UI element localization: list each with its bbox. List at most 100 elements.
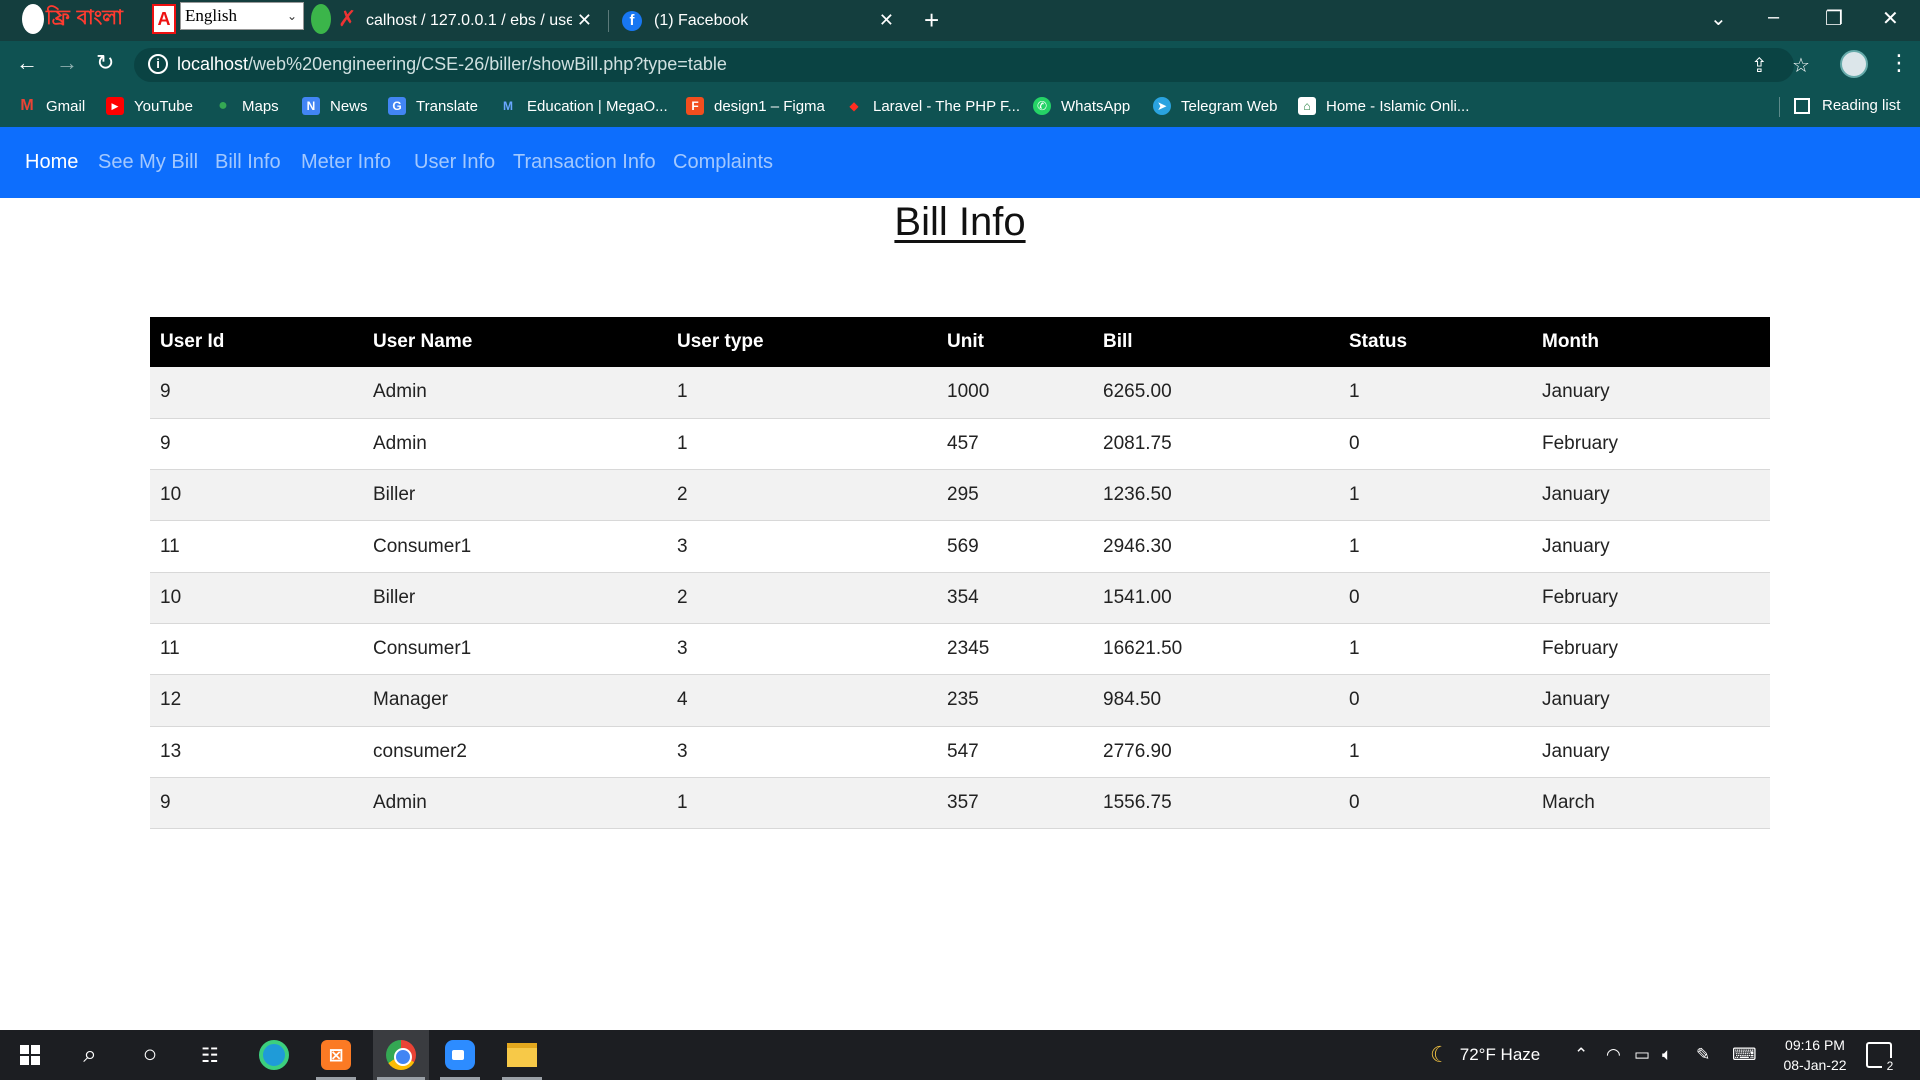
volume-button[interactable]: 🔈︎	[1662, 1030, 1672, 1080]
pen-icon: ✎	[1696, 1045, 1711, 1064]
windows-logo-icon	[20, 1045, 40, 1065]
language-select[interactable]: English ⌄	[180, 2, 304, 30]
table-cell: 2081.75	[1093, 418, 1339, 471]
nav-see-my-bill[interactable]: See My Bill	[98, 151, 198, 174]
bookmark-label: Home - Islamic Onli...	[1326, 97, 1470, 115]
nav-user-info[interactable]: User Info	[414, 151, 495, 174]
new-tab-button[interactable]: +	[924, 5, 939, 36]
table-cell: February	[1532, 418, 1770, 471]
tab-facebook[interactable]: f (1) Facebook ✕	[622, 0, 904, 41]
network-button[interactable]: ◠	[1606, 1030, 1621, 1080]
taskbar-file-explorer[interactable]	[498, 1030, 546, 1080]
clock-time: 09:16 PM	[1785, 1037, 1845, 1053]
table-cell: 1541.00	[1093, 572, 1339, 624]
windows-taskbar: ⌕ ○ ☷ ⊠ ☾ 72°F Haze ⌃ ◠ ▭ 🔈︎ ✎ ⌨ 09:16 P…	[0, 1030, 1920, 1080]
share-icon[interactable]: ⇪	[1751, 53, 1768, 78]
show-hidden-icons-button[interactable]: ⌃	[1574, 1030, 1588, 1080]
table-cell: 2	[667, 572, 937, 624]
table-cell: 13	[150, 726, 363, 778]
tab-search-chevron-icon[interactable]: ⌄	[1710, 6, 1727, 31]
bookmark-news[interactable]: N News	[302, 97, 368, 115]
taskbar-xampp[interactable]: ⊠	[312, 1030, 360, 1080]
start-button[interactable]	[6, 1030, 54, 1080]
tab-phpmyadmin[interactable]: calhost / 127.0.0.1 / ebs / users ✕	[366, 0, 602, 41]
reload-icon[interactable]: ↻	[96, 50, 114, 76]
forward-arrow-icon[interactable]: →	[56, 50, 78, 76]
bookmark-star-icon[interactable]: ☆	[1792, 53, 1810, 78]
taskbar-edge[interactable]	[250, 1030, 298, 1080]
taskbar-zoom[interactable]	[436, 1030, 484, 1080]
table-cell: 1	[667, 777, 937, 830]
table-cell: 0	[1339, 674, 1532, 727]
green-extension-icon[interactable]	[311, 4, 331, 34]
restore-button[interactable]: ❐	[1825, 6, 1843, 31]
tab-separator	[608, 10, 609, 32]
bookmark-maps[interactable]: ● Maps	[214, 97, 279, 115]
table-cell: 6265.00	[1093, 367, 1339, 419]
taskbar-chrome[interactable]	[373, 1030, 429, 1080]
pdf-extension-icon[interactable]: A	[152, 4, 176, 34]
bookmark-gmail[interactable]: M Gmail	[18, 97, 85, 115]
bookmark-laravel[interactable]: ◆ Laravel - The PHP F...	[845, 97, 1020, 115]
nav-transaction-info[interactable]: Transaction Info	[513, 151, 656, 174]
nav-bill-info[interactable]: Bill Info	[215, 151, 281, 174]
table-cell: 1	[1339, 726, 1532, 778]
bookmark-label: YouTube	[134, 97, 193, 115]
news-icon: N	[302, 97, 320, 115]
red-x-extension-icon[interactable]: ✗	[338, 4, 356, 34]
browser-menu-icon[interactable]: ⋮	[1888, 50, 1910, 76]
column-header: User Name	[363, 317, 667, 367]
minimize-button[interactable]: –	[1768, 6, 1779, 29]
gmail-icon: M	[20, 97, 34, 114]
table-cell: 9	[150, 367, 363, 419]
close-window-button[interactable]: ✕	[1882, 6, 1899, 31]
bookmark-education[interactable]: M Education | MegaO...	[499, 97, 668, 115]
reading-list-label: Reading list	[1822, 97, 1901, 114]
table-cell: consumer2	[363, 726, 667, 778]
close-tab-icon[interactable]: ✕	[879, 10, 894, 31]
back-arrow-icon[interactable]: ←	[16, 50, 38, 76]
table-row: 10 Biller 2 295 1236.50 1 January	[150, 469, 1770, 522]
bookmark-islamic-online[interactable]: ⌂ Home - Islamic Onli...	[1298, 97, 1469, 115]
table-cell: 16621.50	[1093, 623, 1339, 676]
tab-title: (1) Facebook	[654, 11, 749, 29]
bookmark-figma[interactable]: F design1 – Figma	[686, 97, 825, 115]
bookmark-whatsapp[interactable]: ✆ WhatsApp	[1033, 97, 1130, 115]
table-row: 12 Manager 4 235 984.50 0 January	[150, 674, 1770, 727]
bangla-extension-label[interactable]: ফ্রি বাংলা	[46, 4, 123, 34]
column-header: Month	[1532, 317, 1770, 367]
bookmark-translate[interactable]: G Translate	[388, 97, 478, 115]
nav-complaints[interactable]: Complaints	[673, 151, 773, 174]
pen-workspace-button[interactable]: ✎	[1696, 1030, 1710, 1080]
table-cell: 235	[937, 674, 1093, 727]
nav-meter-info[interactable]: Meter Info	[301, 151, 391, 174]
clock[interactable]: 09:16 PM 08-Jan-22	[1770, 1035, 1860, 1075]
site-info-icon[interactable]: i	[148, 54, 168, 74]
battery-button[interactable]: ▭	[1634, 1030, 1650, 1080]
address-bar[interactable]: i localhost/web%20engineering/CSE-26/bil…	[134, 48, 1810, 82]
table-cell: Admin	[363, 777, 667, 830]
table-cell: March	[1532, 777, 1770, 830]
table-cell: 0	[1339, 777, 1532, 830]
browser-tab-strip: ফ্রি বাংলা A English ⌄ ✗ calhost / 127.0…	[0, 0, 1920, 41]
reading-list-button[interactable]: Reading list	[1794, 97, 1900, 114]
bookmark-youtube[interactable]: ▶ YouTube	[106, 97, 193, 115]
xampp-icon: ⊠	[321, 1040, 351, 1070]
bookmark-telegram[interactable]: ➤ Telegram Web	[1153, 97, 1277, 115]
table-cell: February	[1532, 623, 1770, 676]
tab-title: calhost / 127.0.0.1 / ebs / users	[366, 11, 572, 29]
touch-keyboard-button[interactable]: ⌨	[1732, 1030, 1757, 1080]
table-cell: Admin	[363, 418, 667, 471]
table-cell: 457	[937, 418, 1093, 471]
search-button[interactable]: ⌕	[66, 1030, 114, 1080]
profile-avatar[interactable]	[1840, 50, 1868, 78]
table-cell: January	[1532, 520, 1770, 573]
nav-home[interactable]: Home	[25, 151, 78, 174]
cortana-button[interactable]: ○	[126, 1030, 174, 1080]
close-tab-icon[interactable]: ✕	[577, 10, 592, 31]
megaosint-icon: M	[503, 99, 513, 113]
table-cell: January	[1532, 726, 1770, 778]
weather-widget[interactable]: ☾ 72°F Haze	[1430, 1030, 1540, 1080]
globe-extension-icon[interactable]	[22, 4, 44, 34]
task-view-button[interactable]: ☷	[186, 1030, 234, 1080]
